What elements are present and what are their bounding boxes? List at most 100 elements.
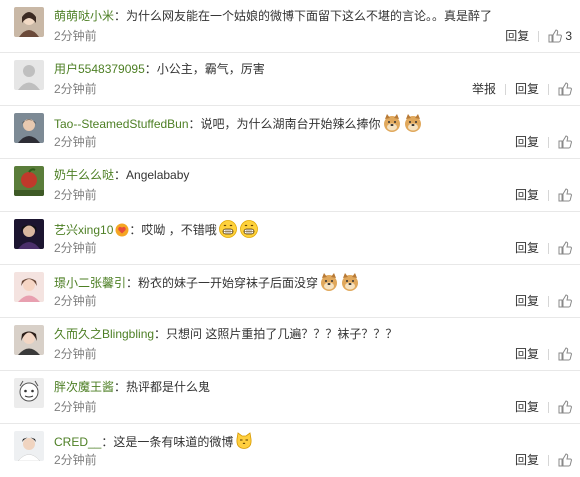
comment-text: ：为什么网友能在一个姑娘的微博下面留下这么不堪的言论。。真是醉了: [114, 9, 493, 23]
grin-emoji: [239, 219, 259, 239]
action-divider: [504, 83, 506, 95]
thumbs-up-icon: [558, 188, 572, 202]
report-button[interactable]: 举报: [472, 81, 496, 97]
comment-item: Tao--SteamedStuffedBun：说吧，为什么湖南台开始辣么捧你 2…: [0, 106, 580, 159]
comment-item: 奶牛么么哒：Angelababy 2分钟前 回复: [0, 159, 580, 212]
avatar[interactable]: [14, 60, 44, 90]
comment-time: 2分钟前: [54, 82, 97, 96]
like-count: 3: [565, 29, 572, 43]
avatar[interactable]: [14, 7, 44, 37]
comment-username[interactable]: Tao--SteamedStuffedBun: [54, 117, 189, 131]
avatar[interactable]: [14, 272, 44, 302]
action-divider: [548, 189, 549, 201]
comment-actions: 回复: [515, 399, 572, 415]
reply-button[interactable]: 回复: [515, 293, 539, 309]
like-button[interactable]: [558, 135, 572, 149]
reply-button[interactable]: 回复: [515, 134, 539, 150]
comment-username[interactable]: 用户5548379095: [54, 62, 145, 76]
action-divider: [538, 30, 540, 42]
comment-list: 萌萌哒小米：为什么网友能在一个姑娘的微博下面留下这么不堪的言论。。真是醉了 2分…: [0, 0, 580, 477]
reply-button[interactable]: 回复: [515, 240, 539, 256]
reply-button[interactable]: 回复: [515, 346, 539, 362]
comment-text: ：粉衣的妹子一开始穿袜子后面没穿: [126, 276, 319, 290]
thumbs-up-icon: [558, 347, 572, 361]
comment-actions: 回复: [515, 187, 572, 203]
thumbs-up-icon: [558, 135, 572, 149]
like-button[interactable]: [558, 347, 572, 361]
comment-username[interactable]: 久而久之Blingbling: [54, 327, 154, 341]
action-divider: [548, 136, 549, 148]
avatar[interactable]: [14, 431, 44, 461]
action-divider: [548, 83, 549, 95]
like-button[interactable]: [558, 188, 572, 202]
comment-actions: 回复: [515, 346, 572, 362]
action-divider: [548, 454, 549, 466]
comment-time: 2分钟前: [54, 241, 97, 255]
comment-item: 萌萌哒小米：为什么网友能在一个姑娘的微博下面留下这么不堪的言论。。真是醉了 2分…: [0, 0, 580, 53]
comment-username[interactable]: 璟小二张馨引: [54, 276, 126, 290]
comment-text: ：小公主，霸气，厉害: [144, 62, 265, 76]
avatar[interactable]: [14, 113, 44, 143]
reply-button[interactable]: 回复: [515, 452, 539, 468]
avatar[interactable]: [14, 166, 44, 196]
doge-emoji: [403, 113, 423, 133]
like-button[interactable]: [558, 400, 572, 414]
comment-text: ：热评都是什么鬼: [114, 380, 211, 394]
comment-actions: 回复: [515, 134, 572, 150]
like-button[interactable]: 3: [548, 28, 572, 44]
comment-text: ：这是一条有味道的微博: [101, 435, 234, 449]
reply-button[interactable]: 回复: [515, 81, 539, 97]
action-divider: [548, 242, 549, 254]
grin-emoji: [218, 219, 238, 239]
reply-button[interactable]: 回复: [515, 187, 539, 203]
comment-item: 璟小二张馨引：粉衣的妹子一开始穿袜子后面没穿 2分钟前 回复: [0, 265, 580, 318]
comment-actions: 回复: [515, 240, 572, 256]
like-button[interactable]: [558, 453, 572, 467]
thumbs-up-icon: [548, 29, 563, 43]
cat-emoji: [234, 431, 254, 451]
heart-badge-icon: [115, 223, 129, 237]
comment-time: 2分钟前: [54, 188, 97, 202]
like-button[interactable]: [558, 294, 572, 308]
like-button[interactable]: [558, 82, 572, 96]
thumbs-up-icon: [558, 400, 572, 414]
avatar[interactable]: [14, 325, 44, 355]
reply-button[interactable]: 回复: [505, 28, 529, 44]
action-divider: [548, 348, 549, 360]
comment-text: ：只想问 这照片重拍了几遍？？？袜子？？？: [154, 327, 398, 341]
comment-time: 2分钟前: [54, 347, 97, 361]
avatar[interactable]: [14, 219, 44, 249]
reply-button[interactable]: 回复: [515, 399, 539, 415]
comment-username[interactable]: 萌萌哒小米: [54, 9, 114, 23]
comment-actions: 回复 3: [505, 28, 572, 44]
comment-item: CRED__：这是一条有味道的微博 2分钟前 回复: [0, 424, 580, 477]
comment-time: 2分钟前: [54, 453, 97, 467]
comment-actions: 回复: [515, 452, 572, 468]
avatar[interactable]: [14, 378, 44, 408]
thumbs-up-icon: [558, 82, 572, 96]
comment-username[interactable]: CRED__: [54, 435, 101, 449]
comment-item: 胖次魔王酱：热评都是什么鬼 2分钟前 回复: [0, 371, 580, 424]
comment-username[interactable]: 奶牛么么哒: [54, 168, 114, 182]
comment-time: 2分钟前: [54, 29, 97, 43]
comment-text: ：哎呦 ，不错哦: [129, 223, 217, 237]
thumbs-up-icon: [558, 241, 572, 255]
action-divider: [548, 295, 549, 307]
comment-text: ：Angelababy: [114, 168, 190, 182]
comment-item: 用户5548379095：小公主，霸气，厉害 2分钟前 举报 回复: [0, 53, 580, 106]
action-divider: [548, 401, 549, 413]
comment-item: 艺兴xing10 ：哎呦 ，不错哦 2分钟前 回复: [0, 212, 580, 265]
thumbs-up-icon: [558, 453, 572, 467]
like-button[interactable]: [558, 241, 572, 255]
doge-emoji: [340, 272, 360, 292]
comment-time: 2分钟前: [54, 294, 97, 308]
thumbs-up-icon: [558, 294, 572, 308]
comment-username[interactable]: 艺兴xing10: [54, 223, 113, 237]
comment-actions: 回复: [515, 293, 572, 309]
comment-text: ：说吧，为什么湖南台开始辣么捧你: [188, 117, 381, 131]
comment-username[interactable]: 胖次魔王酱: [54, 380, 114, 394]
comment-actions: 举报 回复: [472, 81, 572, 97]
doge-emoji: [319, 272, 339, 292]
comment-time: 2分钟前: [54, 400, 97, 414]
comment-item: 久而久之Blingbling：只想问 这照片重拍了几遍？？？袜子？？？ 2分钟前…: [0, 318, 580, 371]
